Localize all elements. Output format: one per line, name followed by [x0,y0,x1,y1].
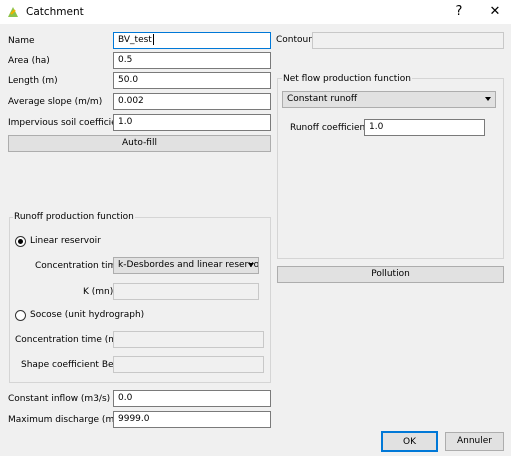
pollution-button[interactable]: Pollution [277,266,504,283]
chevron-down-icon [248,263,254,267]
concentration-time-mn-input[interactable] [113,331,264,348]
name-label: Name [8,36,35,46]
socose-radio[interactable] [15,310,26,321]
linear-reservoir-label: Linear reservoir [30,236,101,246]
linear-reservoir-radio[interactable] [15,236,26,247]
max-discharge-input[interactable]: 9999.0 [113,411,271,428]
concentration-time-select[interactable]: k-Desbordes and linear reservoir [113,257,259,274]
chevron-down-icon [485,97,491,101]
length-label: Length (m) [8,76,58,86]
impervious-label: Impervious soil coefficient [8,118,126,128]
radio-selected-dot [18,239,23,244]
k-mn-input[interactable] [113,283,259,300]
net-flow-select[interactable]: Constant runoff [282,91,496,108]
slope-label: Average slope (m/m) [8,97,103,107]
contour-label: Contour [276,35,312,45]
net-flow-select-value: Constant runoff [287,94,358,104]
runoff-production-title: Runoff production function [13,210,135,224]
concentration-time-label: Concentration time [35,261,122,271]
slope-input[interactable]: 0.002 [113,93,271,110]
text-cursor [152,34,154,45]
name-input[interactable]: BV_test [113,32,271,49]
concentration-time-select-value: k-Desbordes and linear reservoir [118,260,259,270]
close-button[interactable]: ✕ [484,2,506,22]
shape-beta-input[interactable] [113,356,264,373]
socose-label: Socose (unit hydrograph) [30,310,145,320]
autofill-button[interactable]: Auto-fill [8,135,271,152]
net-flow-title: Net flow production function [282,72,413,86]
area-label: Area (ha) [8,56,50,66]
concentration-time-mn-label: Concentration time (mn) [15,335,127,345]
area-input[interactable]: 0.5 [113,52,271,69]
impervious-input[interactable]: 1.0 [113,114,271,131]
help-button[interactable]: ? [448,2,470,22]
ok-button[interactable]: OK [381,431,438,452]
k-mn-label: K (mn) [83,287,114,297]
runoff-coefficient-input[interactable]: 1.0 [364,119,485,136]
title-bar: Catchment ? ✕ [0,0,511,24]
runoff-coefficient-label: Runoff coefficient [290,123,369,133]
contour-input[interactable] [312,32,504,49]
shape-beta-label: Shape coefficient Beta [21,360,123,370]
length-input[interactable]: 50.0 [113,72,271,89]
constant-inflow-input[interactable]: 0.0 [113,390,271,407]
constant-inflow-label: Constant inflow (m3/s) [8,394,111,404]
qgis-logo-icon [8,7,18,17]
cancel-button[interactable]: Annuler [445,432,504,451]
window-title: Catchment [26,6,84,18]
